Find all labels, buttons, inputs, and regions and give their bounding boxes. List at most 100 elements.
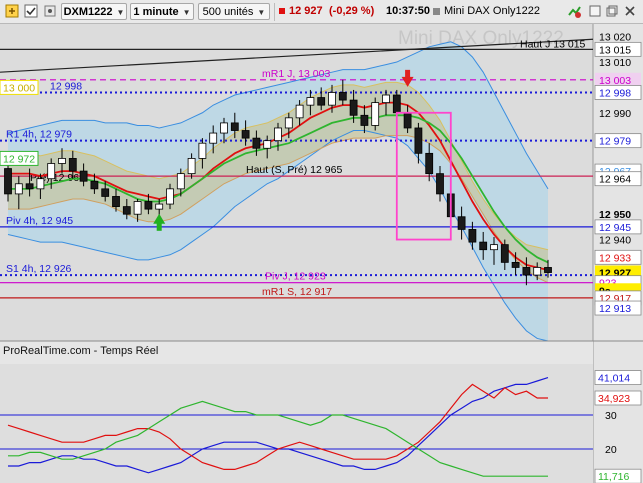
last-price: 12 927	[289, 5, 323, 17]
candle-body	[371, 102, 380, 126]
instrument-selector[interactable]: DXM1222 ▼	[61, 3, 127, 20]
oscillator-background	[0, 364, 593, 483]
candle-body	[295, 104, 304, 119]
units-selector[interactable]: 500 unités ▼	[198, 3, 270, 20]
candle-body	[230, 122, 239, 131]
chart-canvas[interactable]: Mini DAX Only1222Haut J 13 015mR1 J, 13 …	[0, 24, 643, 483]
timeframe-label: 1 minute	[133, 6, 179, 18]
level-label: Haut (S, Pré) 12 965	[246, 164, 342, 176]
price-axis-label: 12 945	[599, 222, 631, 234]
candle-body	[79, 170, 88, 182]
chevron-down-icon: ▼	[182, 8, 191, 17]
indicator-panel-title: ProRealTime.com - Temps Réel	[3, 345, 158, 357]
candle-body	[284, 117, 293, 129]
level-label: mR1 J, 13 003	[262, 68, 330, 80]
chevron-down-icon: ▼	[257, 8, 266, 17]
instrument-name: Mini DAX Only1222	[444, 5, 540, 17]
candle-body	[490, 244, 498, 251]
candle-body	[241, 130, 250, 139]
candle-body	[112, 196, 120, 207]
left-price-label: 12 972	[3, 153, 35, 165]
price-axis-label: 13 003	[599, 75, 631, 87]
candle-body	[209, 132, 218, 144]
close-icon[interactable]	[623, 3, 637, 20]
timeframe-selector[interactable]: 1 minute ▼	[130, 3, 194, 20]
candle-body	[220, 122, 228, 134]
instrument-flag-icon	[433, 8, 440, 15]
candle-body	[544, 267, 552, 273]
price-axis-label: 13 015	[599, 44, 631, 56]
candle-body	[101, 188, 110, 197]
oscillator-value-label: 34,923	[598, 393, 630, 405]
price-axis-label: 12 940	[599, 235, 631, 247]
link-icon[interactable]	[4, 3, 20, 20]
oscillator-value-label: 11,716	[598, 471, 629, 483]
candle-body	[263, 140, 272, 149]
candle-body	[58, 158, 66, 164]
candle-body	[500, 244, 509, 263]
candle-body	[533, 267, 542, 276]
price-axis-label: 12 979	[599, 136, 631, 148]
candle-body	[479, 241, 488, 251]
candle-body	[155, 203, 164, 210]
candle-body	[511, 261, 520, 268]
price-axis-label: 12 933	[599, 252, 631, 264]
chart-toolbar: DXM1222 ▼ 1 minute ▼ 500 unités ▼ 12 927 (-…	[0, 0, 643, 24]
price-axis-label: 12 913	[599, 303, 631, 315]
up-arrow-icon	[156, 222, 162, 231]
level-label: R1 4h, 12 979	[6, 129, 72, 141]
candle-body	[360, 114, 369, 126]
candle-body	[392, 94, 401, 114]
candle-body	[133, 201, 142, 215]
candle-body	[187, 158, 196, 175]
price-axis-label: 13 010	[599, 57, 631, 69]
level-label: S1 4h, 12 926	[6, 263, 72, 275]
left-price-label: 13 000	[3, 82, 35, 94]
price-change: (-0,29 %)	[329, 5, 375, 17]
candle-body	[349, 99, 358, 116]
price-axis-label: 13 020	[599, 32, 631, 44]
oscillator-value-label: 41,014	[598, 373, 630, 385]
expand-icon[interactable]	[588, 3, 602, 20]
down-arrow-icon	[405, 69, 411, 78]
contract-icon[interactable]	[605, 3, 619, 20]
units-label: 500 unités	[202, 6, 254, 18]
candle-body	[306, 97, 315, 106]
candle-body	[457, 216, 466, 230]
candle-body	[252, 137, 261, 149]
candle-body	[317, 97, 326, 106]
candle-body	[25, 183, 34, 190]
oscillator-axis-label: 30	[605, 410, 617, 422]
candle-body	[176, 173, 185, 190]
instrument-label: DXM1222	[63, 6, 113, 18]
level-label: mR1 S, 12 917	[262, 286, 332, 298]
candle-body	[328, 92, 336, 106]
checkbox-icon[interactable]	[23, 3, 39, 20]
candle-body	[36, 178, 45, 190]
candle-body	[522, 267, 531, 276]
candle-body	[4, 168, 12, 195]
level-label: Haut J 13 015	[520, 38, 586, 50]
candle-body	[414, 127, 423, 154]
tool-icon[interactable]	[42, 3, 58, 20]
candle-body	[468, 229, 477, 243]
candle-body	[274, 127, 282, 142]
candle-body	[122, 206, 131, 215]
quote-time: 10:37:50	[386, 5, 431, 17]
price-axis-label: 12 964	[599, 174, 631, 186]
chevron-down-icon: ▼	[116, 8, 125, 17]
candle-body	[90, 180, 99, 190]
chart-settings-icon[interactable]	[566, 3, 582, 20]
price-status-square	[279, 8, 285, 14]
candle-body	[403, 112, 412, 129]
level-label: Piv J, 12 923	[265, 271, 326, 283]
level-label: Piv 4h, 12 945	[6, 215, 73, 227]
price-axis-label: 12 990	[599, 108, 631, 120]
candle-body	[47, 163, 56, 180]
level-label: 12 998	[50, 80, 82, 92]
candle-body	[436, 173, 444, 195]
price-axis-label: 12 998	[599, 87, 631, 99]
candle-body	[198, 142, 207, 159]
candle-body	[338, 92, 347, 101]
oscillator-axis-label: 20	[605, 444, 617, 456]
